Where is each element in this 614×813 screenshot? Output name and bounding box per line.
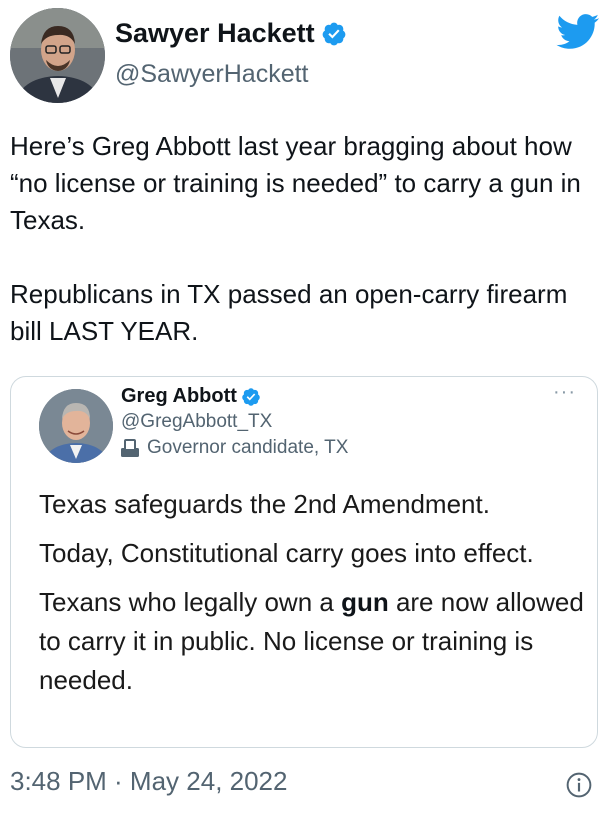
- quoted-author-avatar[interactable]: [39, 389, 113, 463]
- quoted-name-row: Greg Abbott: [121, 385, 261, 408]
- quoted-line: Today, Constitutional carry goes into ef…: [39, 538, 534, 568]
- verified-badge-icon: [322, 22, 345, 45]
- author-handle[interactable]: @SawyerHackett: [115, 60, 309, 89]
- twitter-bird-icon[interactable]: [556, 14, 600, 50]
- info-icon[interactable]: [566, 772, 592, 798]
- tweet-paragraph: Here’s Greg Abbott last year bragging ab…: [10, 131, 581, 235]
- ballot-box-icon: [121, 439, 139, 457]
- quoted-tweet-text: Texas safeguards the 2nd Amendment. Toda…: [39, 485, 584, 710]
- more-options-icon[interactable]: ···: [553, 381, 576, 404]
- author-name-row: Sawyer Hackett: [115, 18, 347, 49]
- tweet-paragraph: Republicans in TX passed an open-carry f…: [10, 279, 568, 346]
- bold-keyword: gun: [341, 587, 389, 617]
- government-label: Governor candidate, TX: [119, 437, 348, 459]
- quoted-line: Texas safeguards the 2nd Amendment.: [39, 489, 490, 519]
- tweet-timestamp[interactable]: 3:48 PM · May 24, 2022: [10, 766, 287, 797]
- tweet-text: Here’s Greg Abbott last year bragging ab…: [10, 128, 600, 350]
- quoted-line: Texans who legally own a gun are now all…: [39, 587, 584, 695]
- author-name[interactable]: Sawyer Hackett: [115, 18, 315, 49]
- verified-badge-icon: [242, 387, 260, 406]
- government-label-text: Governor candidate, TX: [147, 437, 349, 458]
- author-avatar[interactable]: [10, 8, 105, 103]
- quoted-author-handle[interactable]: @GregAbbott_TX: [121, 411, 272, 433]
- quoted-author-name[interactable]: Greg Abbott: [121, 385, 237, 408]
- quoted-tweet-card[interactable]: Greg Abbott @GregAbbott_TX Governor cand…: [10, 376, 598, 748]
